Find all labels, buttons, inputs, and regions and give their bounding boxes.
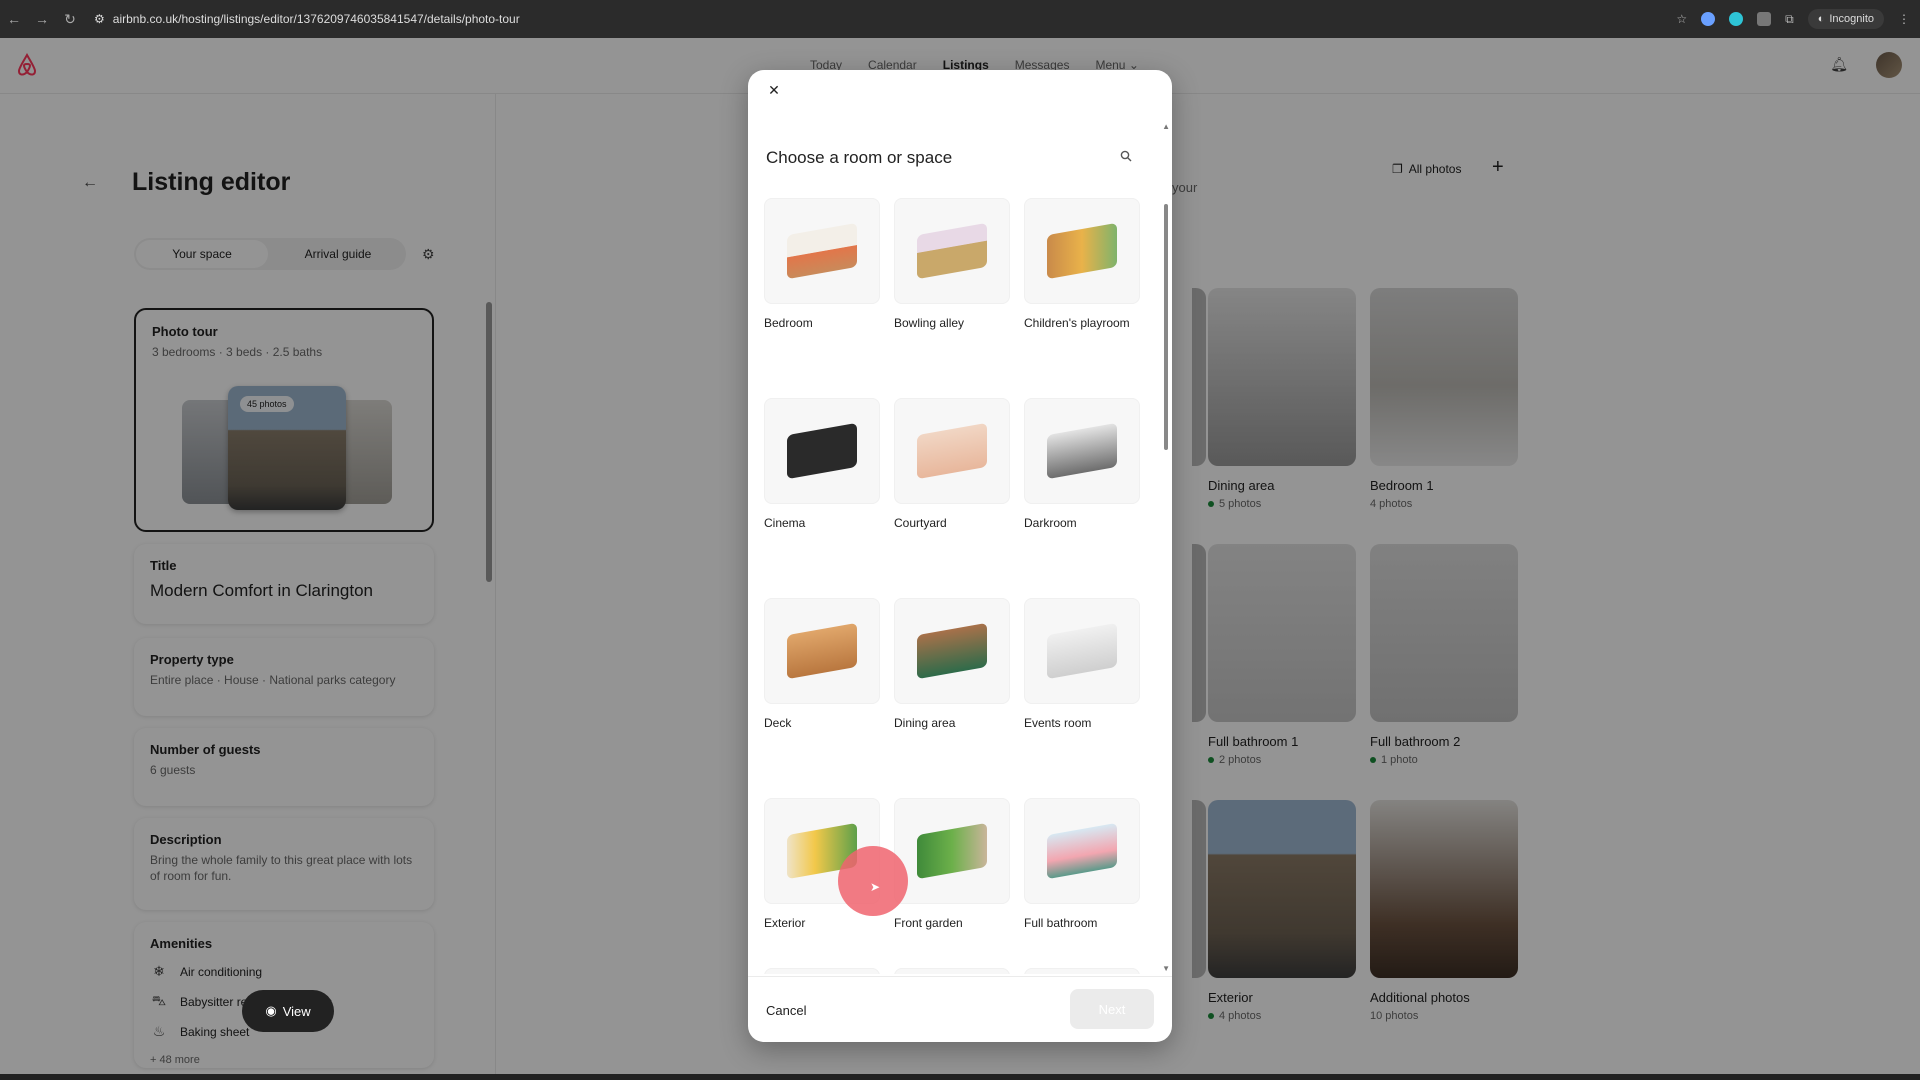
dining-table-illustration-icon [894,598,1010,704]
room-option-full-bathroom[interactable]: Full bathroom [1024,798,1140,930]
incognito-label: Incognito [1829,13,1874,25]
next-button[interactable]: Next [1070,989,1154,1029]
room-label: Full bathroom [1024,916,1098,930]
taskbar [0,1074,1920,1080]
view-button-label: View [282,1003,311,1019]
room-illustration-icon [894,968,1010,974]
room-illustration-icon [764,968,880,974]
cursor-icon: ➤ [870,880,881,894]
bowling-illustration-icon [894,198,1010,304]
close-icon[interactable]: ✕ [764,82,784,99]
room-option-courtyard[interactable]: Courtyard [894,398,1010,530]
room-label: Bedroom [764,316,813,330]
room-option-front-garden[interactable]: Front garden [894,798,1010,930]
site-info-icon[interactable]: ⚙ [94,12,105,26]
room-option-events-room[interactable]: Events room [1024,598,1140,730]
room-option-childrens-playroom[interactable]: Children's playroom [1024,198,1140,330]
room-option-partial[interactable] [764,968,880,974]
modal-footer: Cancel Next [748,976,1172,1042]
room-label: Courtyard [894,516,947,530]
room-label: Children's playroom [1024,316,1130,330]
extension-icon[interactable] [1701,12,1716,26]
room-option-bedroom[interactable]: Bedroom [764,198,880,330]
modal-title: Choose a room or space [766,148,953,167]
room-label: Cinema [764,516,806,530]
browser-toolbar: ← → ↻ ⚙ airbnb.co.uk/hosting/listings/ed… [0,0,1920,38]
room-option-deck[interactable]: Deck [764,598,880,730]
address-bar[interactable]: ⚙ airbnb.co.uk/hosting/listings/editor/1… [94,12,520,26]
extension-icon[interactable] [1757,12,1772,26]
eye-icon: ◉ [265,1003,277,1018]
scroll-down-icon[interactable]: ▼ [1162,964,1170,973]
cinema-seats-illustration-icon [764,398,880,504]
incognito-icon: ◐ [1817,13,1825,25]
room-label: Bowling alley [894,316,965,330]
reload-icon[interactable]: ↻ [56,11,84,28]
events-table-illustration-icon [1024,598,1140,704]
room-grid: Bedroom Bowling alley Children's playroo… [764,198,1160,974]
room-label: Darkroom [1024,516,1077,530]
cancel-button[interactable]: Cancel [766,1003,806,1018]
room-label: Dining area [894,716,956,730]
darkroom-illustration-icon [1024,398,1140,504]
room-option-dining-area[interactable]: Dining area [894,598,1010,730]
room-option-bowling-alley[interactable]: Bowling alley [894,198,1010,330]
back-icon[interactable]: ← [0,11,28,27]
room-option-partial[interactable] [1024,968,1140,974]
garden-illustration-icon [894,798,1010,904]
url-text: airbnb.co.uk/hosting/listings/editor/137… [112,12,520,26]
extension-icon[interactable] [1729,12,1744,26]
incognito-badge[interactable]: ◐ Incognito [1807,9,1884,29]
search-icon[interactable] [1114,146,1138,170]
playroom-illustration-icon [1024,198,1140,304]
room-label: Events room [1024,716,1092,730]
extensions-puzzle-icon[interactable]: ⧉ [1785,12,1794,27]
bed-illustration-icon [764,198,880,304]
browser-menu-icon[interactable]: ⋮ [1898,12,1910,26]
view-button[interactable]: ◉ View [242,990,334,1032]
room-option-partial[interactable] [894,968,1010,974]
bathtub-illustration-icon [1024,798,1140,904]
room-option-darkroom[interactable]: Darkroom [1024,398,1140,530]
deck-illustration-icon [764,598,880,704]
modal-scrollbar[interactable] [1164,204,1168,450]
scroll-up-icon[interactable]: ▲ [1162,122,1170,131]
courtyard-illustration-icon [894,398,1010,504]
room-option-cinema[interactable]: Cinema [764,398,880,530]
room-label: Front garden [894,916,963,930]
choose-room-modal: ✕ Choose a room or space ▲ ▼ Bedroom Bow… [748,70,1172,1042]
room-illustration-icon [1024,968,1140,974]
room-label: Deck [764,716,792,730]
forward-icon[interactable]: → [28,11,56,27]
star-icon[interactable]: ☆ [1676,12,1687,26]
room-label: Exterior [764,916,806,930]
